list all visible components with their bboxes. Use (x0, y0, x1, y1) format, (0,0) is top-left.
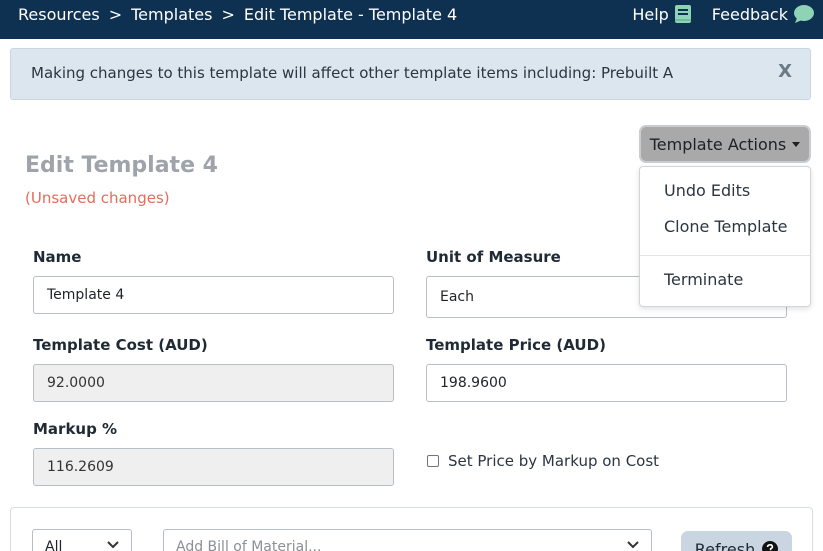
template-change-alert: Making changes to this template will aff… (10, 48, 811, 100)
bom-filter-value: All (45, 539, 63, 551)
caret-down-icon (792, 141, 801, 147)
template-actions-button[interactable]: Template Actions (639, 125, 811, 163)
bom-filter-select[interactable]: All (32, 529, 132, 551)
alert-message: Making changes to this template will aff… (31, 64, 674, 82)
help-link[interactable]: Help (632, 4, 691, 24)
alert-close-button[interactable]: X (778, 61, 792, 82)
unit-of-measure-label: Unit of Measure (426, 248, 561, 266)
breadcrumb-resources[interactable]: Resources (18, 5, 100, 24)
name-input[interactable]: Template 4 (33, 276, 394, 314)
set-price-by-markup-checkbox[interactable] (427, 455, 439, 467)
set-price-by-markup-row: Set Price by Markup on Cost (427, 452, 659, 470)
speech-bubble-icon (794, 5, 814, 23)
name-label: Name (33, 248, 82, 266)
breadcrumb-separator: > (221, 5, 235, 24)
template-cost-field: 92.0000 (33, 364, 394, 402)
chevron-down-icon (627, 541, 639, 549)
add-bill-of-material-select[interactable]: Add Bill of Material... (163, 529, 652, 551)
template-actions-label: Template Actions (649, 134, 787, 154)
menu-item-undo-edits[interactable]: Undo Edits (664, 181, 750, 200)
chevron-down-icon (107, 541, 119, 549)
question-circle-icon (762, 541, 779, 551)
breadcrumb-current: Edit Template - Template 4 (243, 5, 458, 24)
breadcrumb-templates[interactable]: Templates (131, 5, 212, 24)
top-nav-bar: Resources > Templates > Edit Template - … (0, 0, 823, 39)
breadcrumb-separator: > (108, 5, 123, 24)
template-cost-label: Template Cost (AUD) (33, 336, 208, 354)
refresh-button[interactable]: Refresh (681, 531, 792, 551)
template-actions-menu: Undo Edits Clone Template Terminate (639, 166, 811, 307)
book-icon (674, 5, 691, 23)
add-bom-placeholder: Add Bill of Material... (176, 539, 322, 551)
breadcrumb: Resources > Templates > Edit Template - … (18, 5, 457, 24)
unsaved-status: (Unsaved changes) (25, 189, 170, 207)
menu-divider (640, 255, 810, 256)
feedback-link[interactable]: Feedback (712, 4, 815, 24)
help-label: Help (632, 4, 669, 24)
template-price-label: Template Price (AUD) (426, 336, 606, 354)
feedback-label: Feedback (711, 4, 788, 24)
set-price-by-markup-label: Set Price by Markup on Cost (448, 452, 660, 470)
refresh-label: Refresh (694, 540, 756, 551)
bill-of-material-panel: All Add Bill of Material... Refresh (10, 507, 813, 551)
menu-item-terminate[interactable]: Terminate (664, 270, 743, 289)
markup-field: 116.2609 (33, 448, 394, 486)
template-price-input[interactable]: 198.9600 (426, 364, 787, 402)
menu-item-clone-template[interactable]: Clone Template (664, 217, 787, 236)
page-title: Edit Template 4 (25, 153, 218, 178)
markup-label: Markup % (33, 420, 118, 438)
